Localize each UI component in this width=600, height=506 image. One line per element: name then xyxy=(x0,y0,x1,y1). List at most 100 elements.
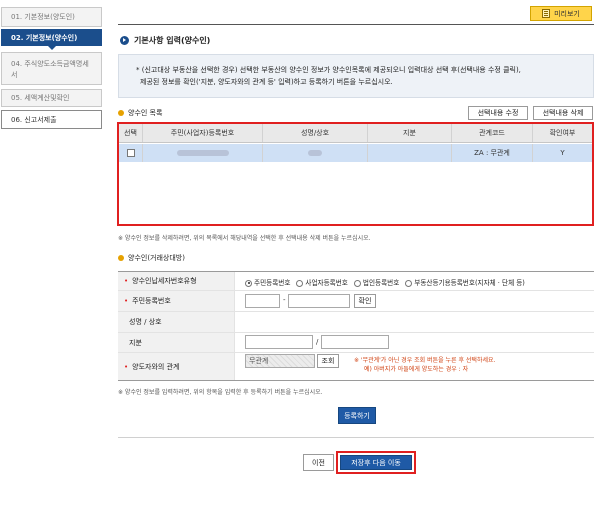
form-title-text: 양수인(거래상대방) xyxy=(128,254,185,262)
table-header: 선택 주민(사업자)등록번호 성명/상호 지분 관계코드 확인여부 xyxy=(119,124,592,143)
radio-label: 부동산등기용등록번호(지자체 · 단체 등) xyxy=(414,279,525,287)
redacted-id-number xyxy=(176,150,229,156)
register-label: 등록하기 xyxy=(344,411,370,420)
notice-line-2: 제공된 정보를 확인('지분, 양도자와의 관계 등' 입력)하고 등록하기 버… xyxy=(140,78,393,86)
share-separator: / xyxy=(316,338,319,346)
list-title: 양수인 목록 xyxy=(118,108,162,118)
id-number-cell xyxy=(143,144,263,162)
radio-label: 주민등록번호 xyxy=(254,279,291,287)
radio-corporate-number[interactable]: 법인등록번호 xyxy=(353,277,400,287)
column-header: 선택 xyxy=(119,124,143,142)
resident-number-front-input[interactable] xyxy=(245,294,280,308)
form-title: 양수인(거래상대방) xyxy=(118,253,185,263)
save-and-next-button[interactable]: 저장후 다음 이동 xyxy=(340,455,412,470)
column-header: 주민(사업자)등록번호 xyxy=(143,124,263,142)
row-select-cell xyxy=(119,144,143,162)
required-bullet-icon: • xyxy=(124,297,129,305)
field-label: • 양도자와의 관계 xyxy=(118,353,235,380)
column-header: 관계코드 xyxy=(452,124,533,142)
delete-selected-label: 선택내용 삭제 xyxy=(542,109,584,117)
step-label: 01. 기본정보(양도인) xyxy=(11,13,75,21)
share-label: 지분 xyxy=(129,338,142,347)
notice-box: * (신고대상 부동산을 선택한 경우) 선택한 부동산의 양수인 정보가 양수… xyxy=(118,54,594,98)
edit-selected-button[interactable]: 선택내용 수정 xyxy=(468,106,528,120)
radio-label: 사업자등록번호 xyxy=(305,279,348,287)
required-bullet-icon: • xyxy=(124,362,129,371)
resident-number-row: • 주민등록번호 - 확인 xyxy=(118,291,594,312)
preview-label: 미리보기 xyxy=(554,9,580,18)
bullet-icon xyxy=(118,110,124,116)
step-01-seller-info[interactable]: 01. 기본정보(양도인) xyxy=(1,7,102,27)
share-numerator-input[interactable] xyxy=(245,335,313,349)
row-checkbox[interactable] xyxy=(126,149,135,157)
confirm-label: 확인 xyxy=(358,297,372,305)
radio-resident-number[interactable]: 주민등록번호 xyxy=(245,277,290,287)
next-button-highlight: 저장후 다음 이동 xyxy=(336,451,416,474)
field-label: 지분 xyxy=(118,333,235,352)
buyer-list-table: 선택 주민(사업자)등록번호 성명/상호 지분 관계코드 확인여부 ZA : 무… xyxy=(117,122,594,226)
register-hint: ※ 양수인 정보를 입력하려면, 위의 항목을 입력한 후 등록하기 버튼을 누… xyxy=(118,389,323,396)
bullet-icon xyxy=(118,255,124,261)
share-denominator-input[interactable] xyxy=(321,335,389,349)
delete-hint: ※ 양수인 정보를 삭제하려면, 위의 목록에서 해당내역을 선택한 후 선택내… xyxy=(118,235,371,242)
lookup-label: 조회 xyxy=(321,357,335,365)
radio-icon xyxy=(353,279,361,287)
id-separator: - xyxy=(283,296,286,304)
step-06-submit[interactable]: 06. 신고서제출 xyxy=(1,110,102,129)
preview-button[interactable]: 미리보기 xyxy=(530,6,592,21)
current-step-arrow-icon xyxy=(47,45,57,50)
taxpayer-type-label: 양수인납세자번호유형 xyxy=(132,277,197,285)
confirmed-cell: Y xyxy=(560,149,565,157)
column-header: 성명/상호 xyxy=(263,124,368,142)
step-05-tax-calculation[interactable]: 05. 세액계산및확인 xyxy=(1,89,102,107)
notice-line-1: * (신고대상 부동산을 선택한 경우) 선택한 부동산의 양수인 정보가 양수… xyxy=(136,66,521,74)
list-title-text: 양수인 목록 xyxy=(128,109,163,117)
radio-real-estate-number[interactable]: 부동산등기용등록번호(지자체 · 단체 등) xyxy=(405,277,525,287)
radio-business-number[interactable]: 사업자등록번호 xyxy=(296,277,348,287)
prev-label: 이전 xyxy=(312,458,325,467)
divider xyxy=(118,437,594,438)
relation-input[interactable]: 무관계 xyxy=(245,354,315,368)
step-label: 04. 주식양도소득금액명세서 xyxy=(11,60,89,79)
relation-note-line-2: 예) 아버지가 아들에게 양도하는 경우 : 자 xyxy=(364,366,469,373)
save-and-next-label: 저장후 다음 이동 xyxy=(351,458,401,467)
field-label: • 주민등록번호 xyxy=(118,291,235,311)
register-button[interactable]: 등록하기 xyxy=(338,407,376,424)
share-row: 지분 / xyxy=(118,333,594,353)
taxpayer-type-radio-group: 주민등록번호 사업자등록번호 법인등록번호 부동산등기용등록번호(지자체 · 단… xyxy=(245,272,525,292)
relation-note: ※ '무관계'가 아닌 경우 조회 버튼을 누른 후 선택하세요. 예) 아버지… xyxy=(354,356,495,374)
relation-label: 양도자와의 관계 xyxy=(132,362,180,371)
divider xyxy=(118,24,594,25)
field-label: • 양수인납세자번호유형 xyxy=(118,272,235,290)
radio-icon xyxy=(405,279,413,287)
resident-number-back-input[interactable] xyxy=(288,294,350,308)
relation-row: • 양도자와의 관계 무관계 조회 ※ '무관계'가 아닌 경우 조회 버튼을 … xyxy=(118,353,594,381)
required-bullet-icon: • xyxy=(124,277,129,285)
step-04-stock-transfer-income[interactable]: 04. 주식양도소득금액명세서 xyxy=(1,52,102,85)
column-header: 확인여부 xyxy=(549,129,576,137)
share-cell xyxy=(368,144,452,162)
section-title: 기본사항 입력(양수인) xyxy=(120,35,210,46)
step-label: 05. 세액계산및확인 xyxy=(11,94,70,102)
name-cell xyxy=(263,144,368,162)
delete-selected-button[interactable]: 선택내용 삭제 xyxy=(533,106,593,120)
radio-selected-icon xyxy=(245,279,252,287)
lookup-button[interactable]: 조회 xyxy=(317,354,339,368)
relation-note-line-1: ※ '무관계'가 아닌 경우 조회 버튼을 누른 후 선택하세요. xyxy=(354,357,496,364)
document-icon xyxy=(542,9,551,18)
table-row[interactable]: ZA : 무관계 Y xyxy=(119,144,592,162)
name-label: 성명 / 상호 xyxy=(129,318,162,326)
edit-selected-label: 선택내용 수정 xyxy=(477,109,519,117)
section-title-text: 기본사항 입력(양수인) xyxy=(134,36,211,45)
name-row: 성명 / 상호 xyxy=(118,312,594,333)
radio-label: 법인등록번호 xyxy=(362,279,400,287)
step-02-buyer-info[interactable]: 02. 기본정보(양수인) xyxy=(1,29,102,46)
step-label: 02. 기본정보(양수인) xyxy=(11,33,78,42)
relation-cell: ZA : 무관계 xyxy=(452,144,533,162)
prev-button[interactable]: 이전 xyxy=(303,454,334,471)
confirm-button[interactable]: 확인 xyxy=(354,294,376,308)
taxpayer-type-row: • 양수인납세자번호유형 주민등록번호 사업자등록번호 법인등록번호 부동산등기… xyxy=(118,271,594,291)
resident-number-label: 주민등록번호 xyxy=(132,297,171,305)
step-label: 06. 신고서제출 xyxy=(11,115,57,124)
field-label: 성명 / 상호 xyxy=(118,312,235,332)
